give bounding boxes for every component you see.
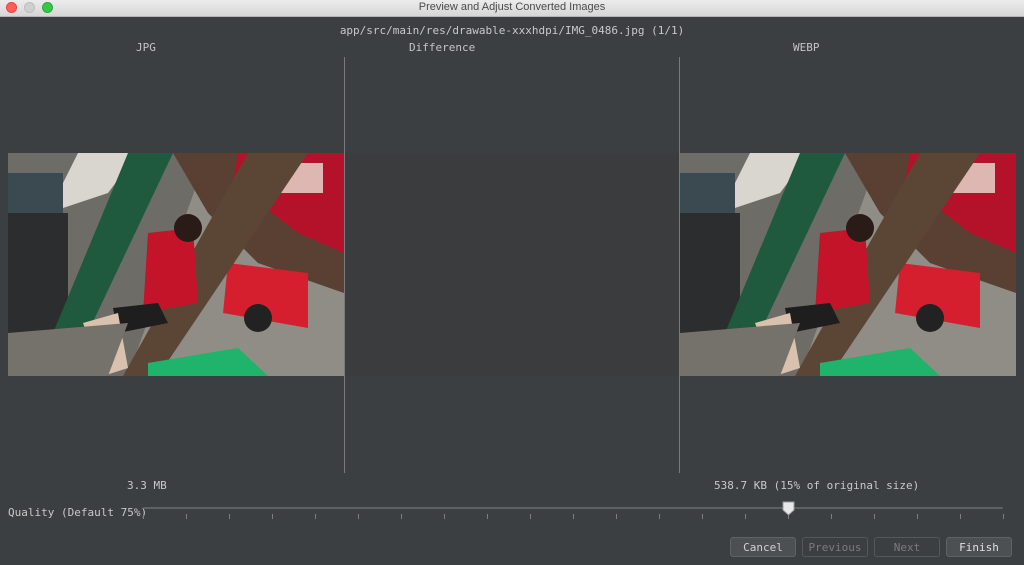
slider-tick <box>186 514 187 519</box>
slider-tick <box>831 514 832 519</box>
difference-column-label: Difference <box>409 41 476 54</box>
slider-tick <box>272 514 273 519</box>
title-bar: Preview and Adjust Converted Images <box>0 0 1024 17</box>
slider-tick <box>358 514 359 519</box>
finish-button[interactable]: Finish <box>946 537 1012 557</box>
quality-slider-thumb[interactable] <box>782 501 795 516</box>
difference-preview <box>345 153 679 376</box>
jpg-preview-image <box>8 153 344 376</box>
webp-preview-image <box>680 153 1016 376</box>
original-size-label: 3.3 MB <box>127 479 167 492</box>
slider-tick <box>659 514 660 519</box>
slider-tick <box>315 514 316 519</box>
slider-tick <box>573 514 574 519</box>
webp-column-label: WEBP <box>793 41 820 54</box>
slider-tick <box>874 514 875 519</box>
jpg-column-label: JPG <box>136 41 156 54</box>
slider-tick <box>616 514 617 519</box>
cancel-button[interactable]: Cancel <box>730 537 796 557</box>
slider-tick <box>487 514 488 519</box>
slider-tick <box>143 514 144 519</box>
next-button[interactable]: Next <box>874 537 940 557</box>
slider-tick <box>444 514 445 519</box>
slider-tick <box>917 514 918 519</box>
street-photo-jpg <box>8 153 344 376</box>
slider-tick <box>745 514 746 519</box>
quality-label: Quality (Default 75%) <box>8 506 148 519</box>
slider-tick <box>702 514 703 519</box>
slider-tick <box>1003 514 1004 519</box>
converted-size-label: 538.7 KB (15% of original size) <box>714 479 920 492</box>
quality-slider-track[interactable] <box>143 507 1003 509</box>
file-path: app/src/main/res/drawable-xxxhdpi/IMG_04… <box>339 24 685 37</box>
previous-button[interactable]: Previous <box>802 537 868 557</box>
slider-tick <box>229 514 230 519</box>
slider-tick <box>401 514 402 519</box>
slider-tick <box>960 514 961 519</box>
slider-tick <box>530 514 531 519</box>
street-photo-webp <box>680 153 1016 376</box>
window-title: Preview and Adjust Converted Images <box>418 1 606 13</box>
